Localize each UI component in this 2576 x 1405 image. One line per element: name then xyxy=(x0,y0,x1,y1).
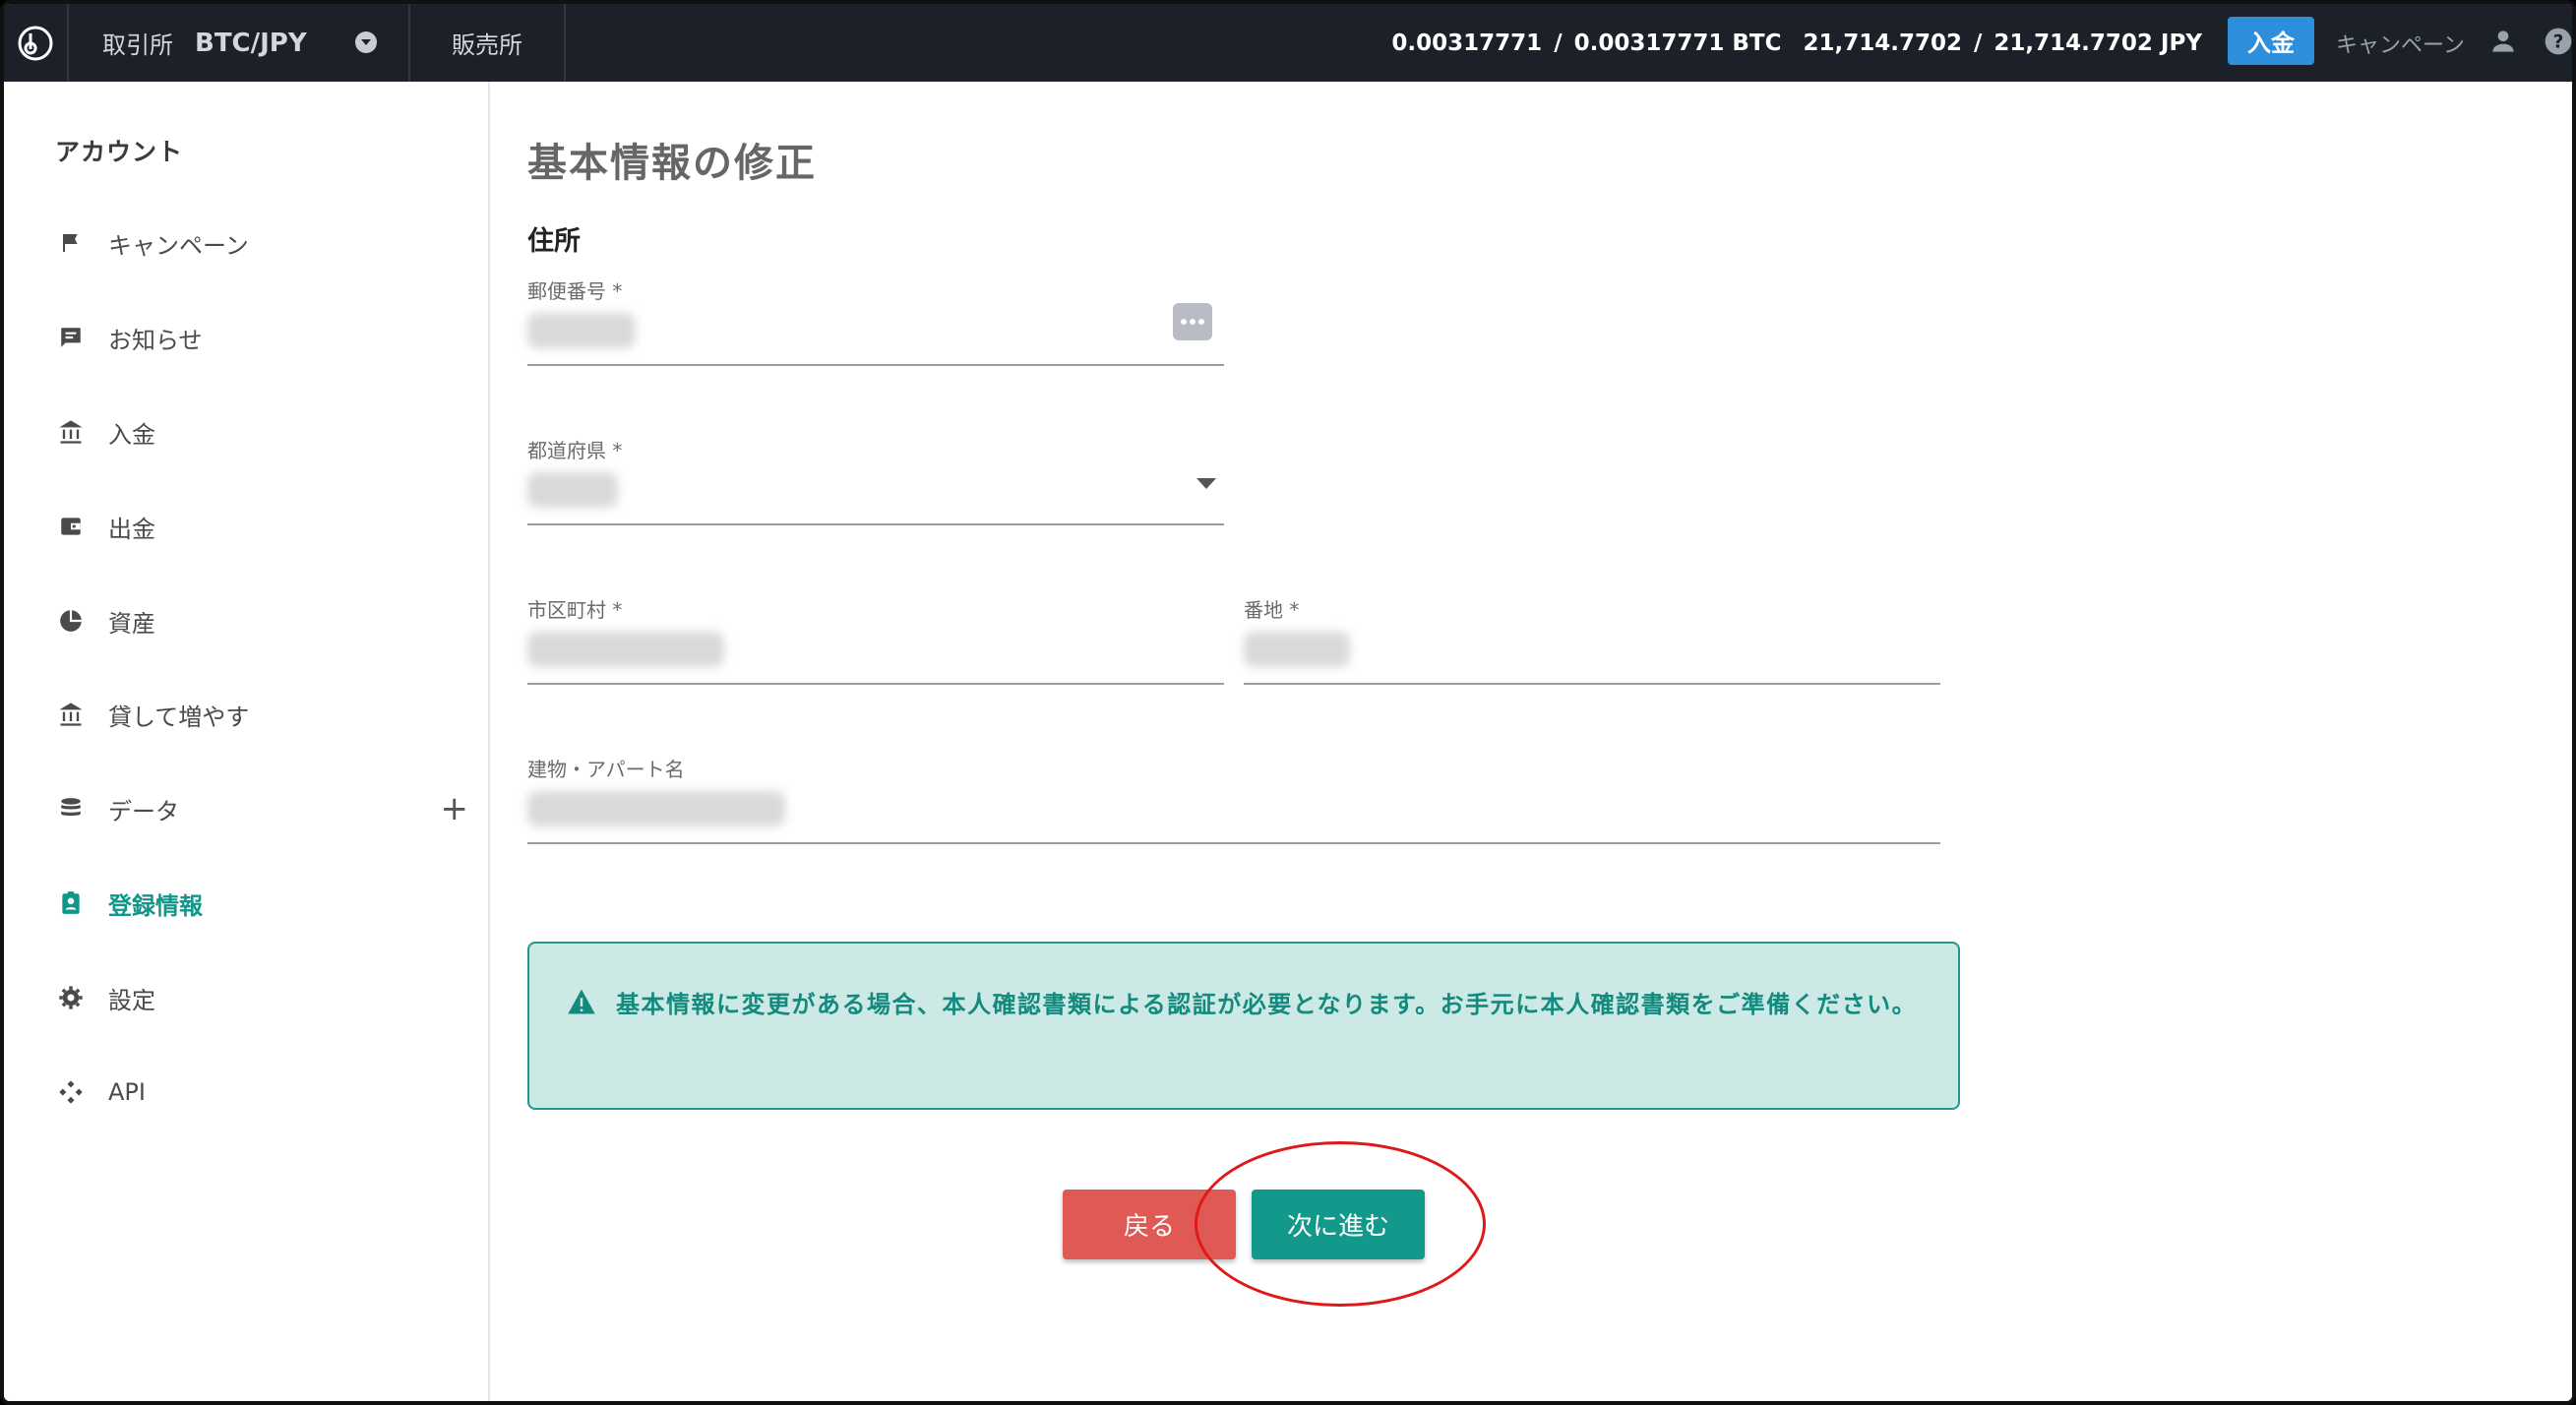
balance-separator: / xyxy=(1554,30,1563,56)
balance-separator: / xyxy=(1974,30,1983,56)
street-underline xyxy=(1244,683,1940,685)
sidebar: アカウント キャンペーン お知らせ 入金 出金 資産 貸して増やす データ + … xyxy=(4,82,490,1401)
building-underline xyxy=(527,842,1940,844)
exchange-nav[interactable]: 取引所 BTC/JPY xyxy=(69,4,410,82)
store-label: 販売所 xyxy=(452,31,522,59)
exchange-label: 取引所 xyxy=(102,31,173,59)
sidebar-item-withdraw[interactable]: 出金 xyxy=(55,502,468,551)
sidebar-item-label: データ xyxy=(108,797,179,825)
sidebar-title: アカウント xyxy=(55,138,184,166)
page-title: 基本情報の修正 xyxy=(527,141,817,186)
sidebar-item-label: キャンペーン xyxy=(108,231,249,260)
flag-icon xyxy=(55,227,87,259)
btc-available: 0.00317771 xyxy=(1391,30,1543,56)
campaign-link[interactable]: キャンペーン xyxy=(2336,4,2465,82)
city-field[interactable]: 市区町村 * xyxy=(527,594,1224,693)
city-label: 市区町村 * xyxy=(527,598,623,622)
jpy-available: 21,714.7702 xyxy=(1803,30,1962,56)
prefecture-value-redacted xyxy=(527,472,618,508)
sidebar-item-campaign[interactable]: キャンペーン xyxy=(55,218,468,268)
database-icon xyxy=(55,793,87,825)
bank-icon xyxy=(55,699,87,730)
bank-icon xyxy=(55,416,87,448)
building-label: 建物・アパート名 xyxy=(527,758,685,781)
city-value-redacted xyxy=(527,632,724,667)
user-icon[interactable] xyxy=(2487,26,2519,57)
sidebar-item-label: API xyxy=(108,1078,146,1106)
app-window: 取引所 BTC/JPY 販売所 0.00317771 / 0.00317771 … xyxy=(0,0,2576,1405)
postal-code-field[interactable]: 郵便番号 * xyxy=(527,275,1224,374)
jpy-total: 21,714.7702 xyxy=(1993,30,2153,56)
prefecture-select[interactable]: 都道府県 * xyxy=(527,435,1224,533)
deposit-button[interactable]: 入金 xyxy=(2228,17,2314,65)
btc-unit: BTC xyxy=(1732,30,1782,56)
sidebar-item-settings[interactable]: 設定 xyxy=(55,973,468,1022)
pie-chart-icon xyxy=(55,605,87,637)
sidebar-item-label: 登録情報 xyxy=(108,891,203,920)
sidebar-item-label: お知らせ xyxy=(108,326,203,354)
building-field[interactable]: 建物・アパート名 xyxy=(527,754,1940,852)
autofill-dots-icon[interactable] xyxy=(1173,303,1212,340)
street-field[interactable]: 番地 * xyxy=(1244,594,1940,693)
trading-pair: BTC/JPY xyxy=(195,28,307,58)
api-icon xyxy=(55,1076,87,1108)
postal-code-underline xyxy=(527,364,1224,366)
section-title: 住所 xyxy=(527,226,581,257)
btc-total: 0.00317771 xyxy=(1573,30,1725,56)
pair-dropdown-icon[interactable] xyxy=(355,31,377,53)
sidebar-item-label: 資産 xyxy=(108,609,155,638)
store-nav[interactable]: 販売所 xyxy=(410,4,566,82)
gear-icon xyxy=(55,982,87,1013)
sidebar-item-data[interactable]: データ + xyxy=(55,784,468,833)
annotation-highlight-circle xyxy=(1195,1141,1486,1307)
sidebar-item-deposit[interactable]: 入金 xyxy=(55,407,468,457)
sidebar-item-label: 設定 xyxy=(108,986,155,1014)
verification-alert: 基本情報に変更がある場合、本人確認書類による認証が必要となります。お手元に本人確… xyxy=(527,942,1960,1110)
expand-plus-icon[interactable]: + xyxy=(441,789,469,828)
sidebar-item-label: 出金 xyxy=(108,515,155,543)
message-icon xyxy=(55,322,87,353)
sidebar-item-registration[interactable]: 登録情報 xyxy=(55,879,468,928)
svg-text:?: ? xyxy=(2553,32,2564,53)
sidebar-item-assets[interactable]: 資産 xyxy=(55,596,468,645)
postal-code-label: 郵便番号 * xyxy=(527,279,623,303)
main-content: 基本情報の修正 住所 郵便番号 * 都道府県 * 市区町村 * 番地 * 建物・… xyxy=(490,82,2572,1401)
logo[interactable] xyxy=(4,4,69,82)
city-underline xyxy=(527,683,1224,685)
sidebar-item-label: 貸して増やす xyxy=(108,702,250,731)
sidebar-item-label: 入金 xyxy=(108,420,155,449)
id-card-icon xyxy=(55,887,87,919)
prefecture-label: 都道府県 * xyxy=(527,439,623,462)
prefecture-underline xyxy=(527,523,1224,525)
top-navigation-bar: 取引所 BTC/JPY 販売所 0.00317771 / 0.00317771 … xyxy=(4,4,2572,82)
alert-message: 基本情報に変更がある場合、本人確認書類による認証が必要となります。お手元に本人確… xyxy=(616,991,1918,1018)
warning-icon xyxy=(568,989,595,1014)
postal-code-value-redacted xyxy=(527,313,636,348)
sidebar-item-lending[interactable]: 貸して増やす xyxy=(55,690,468,739)
chevron-down-icon[interactable] xyxy=(1196,478,1216,489)
street-value-redacted xyxy=(1244,632,1350,667)
bitbank-logo-icon xyxy=(18,26,53,60)
sidebar-item-api[interactable]: API xyxy=(55,1068,468,1117)
sidebar-item-news[interactable]: お知らせ xyxy=(55,313,468,362)
jpy-unit: JPY xyxy=(2160,30,2202,56)
wallet-icon xyxy=(55,511,87,542)
street-label: 番地 * xyxy=(1244,598,1300,622)
help-icon[interactable]: ? xyxy=(2543,26,2574,57)
balance-summary: 0.00317771 / 0.00317771 BTC 21,714.7702 … xyxy=(1391,4,2202,82)
building-value-redacted xyxy=(527,791,785,826)
